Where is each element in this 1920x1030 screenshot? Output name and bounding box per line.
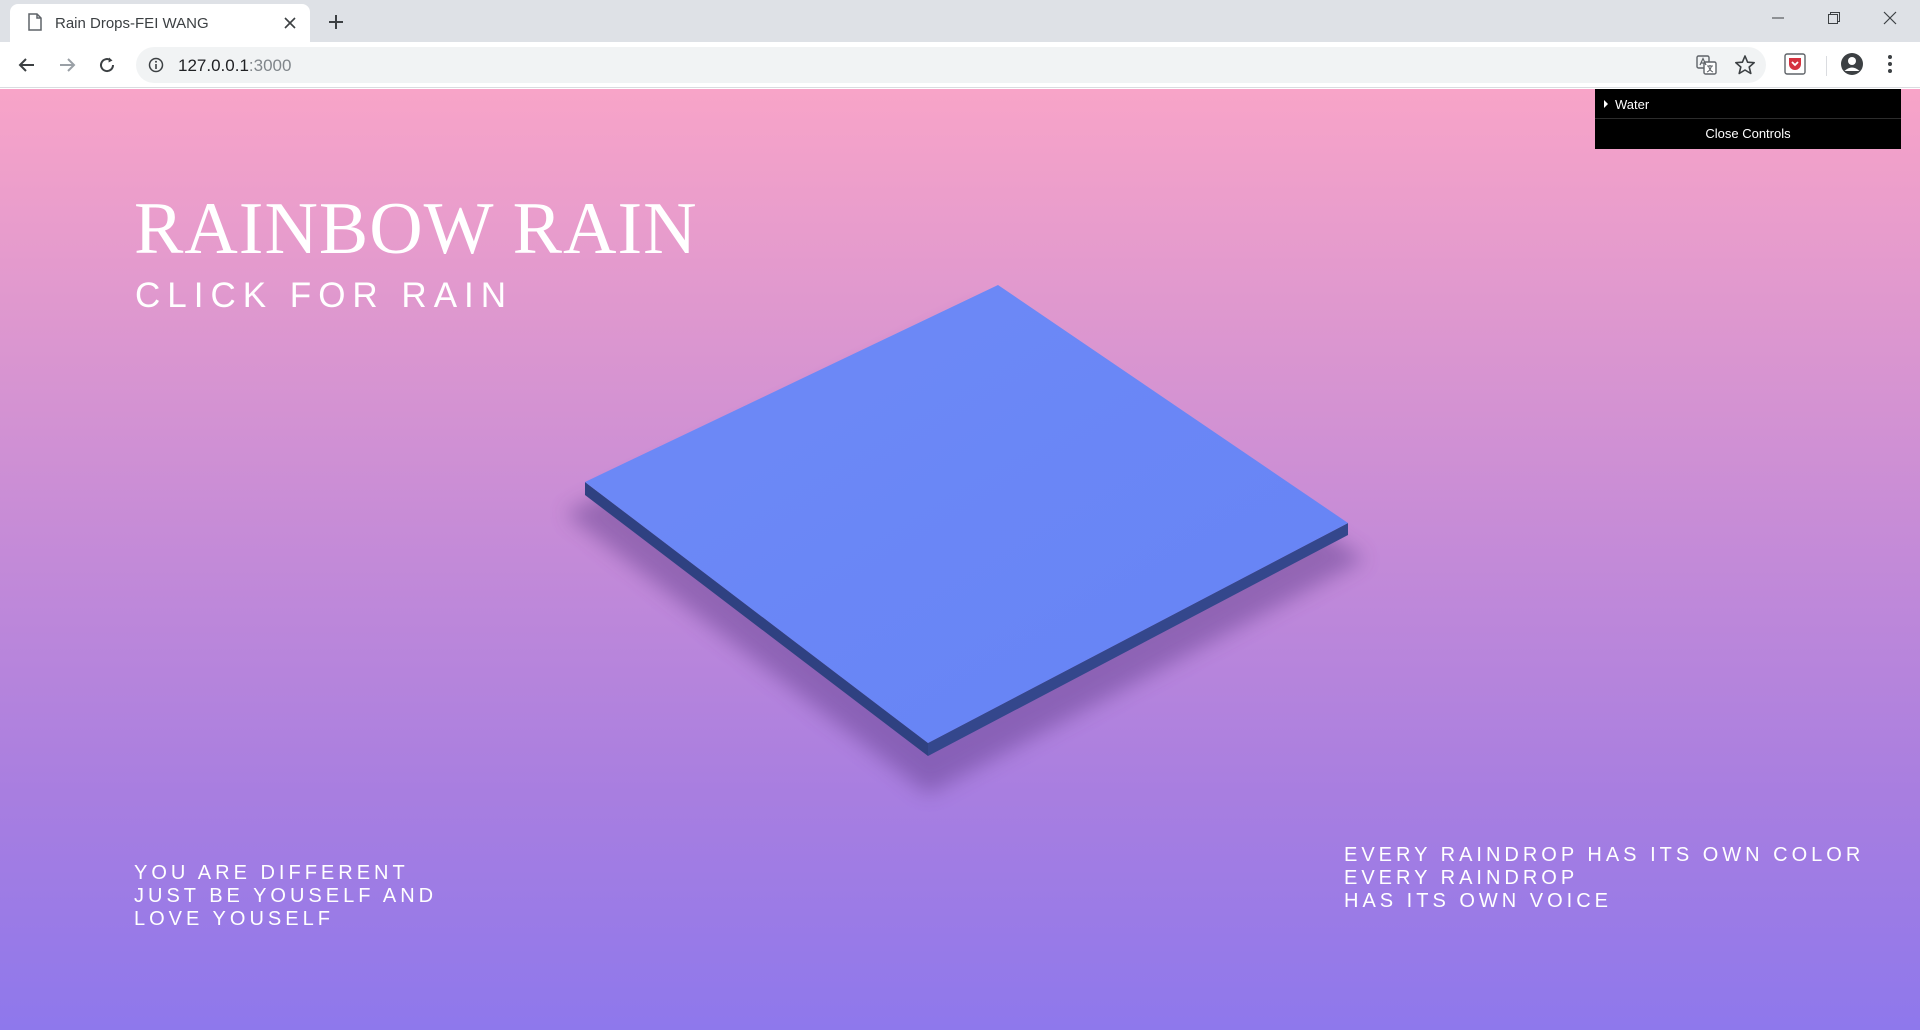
controls-panel: Water Close Controls	[1595, 89, 1901, 149]
water-folder-label: Water	[1615, 97, 1650, 112]
caret-right-icon	[1604, 100, 1608, 108]
new-tab-button[interactable]	[322, 10, 350, 34]
info-icon[interactable]	[148, 57, 164, 73]
url-port: :3000	[248, 56, 292, 75]
quote-left: YOU ARE DIFFERENT JUST BE YOUSELF AND LO…	[134, 862, 437, 931]
quote-left-line: JUST BE YOUSELF AND	[134, 885, 438, 907]
quote-left-line: YOU ARE DIFFERENT	[134, 862, 409, 884]
back-button[interactable]	[12, 50, 42, 80]
address-bar[interactable]: 127.0.0.1:3000	[136, 47, 1766, 83]
water-folder[interactable]: Water	[1595, 89, 1901, 119]
star-icon[interactable]	[1734, 54, 1756, 76]
page-title: RAINBOW RAIN	[134, 188, 698, 270]
restore-icon	[1828, 12, 1840, 24]
browser-toolbar: 127.0.0.1:3000	[0, 42, 1920, 88]
window-close-button[interactable]	[1862, 0, 1918, 36]
quote-left-line: LOVE YOUSELF	[134, 908, 334, 930]
toolbar-divider	[1826, 56, 1827, 76]
page-viewport[interactable]: RAINBOW RAIN CLICK FOR RAIN YOU ARE DIFF…	[0, 89, 1920, 1030]
minimize-button[interactable]	[1750, 0, 1806, 36]
plus-icon	[329, 15, 343, 29]
quote-right-line: EVERY RAINDROP	[1344, 867, 1579, 889]
url-host: 127.0.0.1	[178, 56, 249, 75]
browser-tab-bar: Rain Drops-FEI WANG	[0, 0, 1920, 42]
restore-button[interactable]	[1806, 0, 1862, 36]
more-menu-icon[interactable]	[1882, 52, 1898, 76]
close-window-icon	[1883, 11, 1897, 25]
reload-button[interactable]	[92, 50, 122, 80]
translate-icon[interactable]	[1696, 55, 1718, 75]
url-text[interactable]: 127.0.0.1:3000	[178, 56, 291, 76]
reload-icon	[100, 57, 115, 73]
close-icon[interactable]	[280, 13, 300, 33]
page-icon	[28, 13, 42, 31]
pocket-extension-icon[interactable]	[1784, 53, 1806, 75]
water-tile[interactable]	[585, 285, 1348, 743]
arrow-left-icon	[18, 58, 34, 72]
quote-right-line: HAS ITS OWN VOICE	[1344, 890, 1613, 912]
tab-title: Rain Drops-FEI WANG	[55, 15, 209, 32]
page-subtitle: CLICK FOR RAIN	[135, 276, 514, 315]
quote-right-line: EVERY RAINDROP HAS ITS OWN COLOR	[1344, 844, 1865, 866]
forward-button[interactable]	[52, 50, 82, 80]
arrow-right-icon	[60, 58, 76, 72]
minimize-icon	[1772, 17, 1784, 19]
profile-avatar-icon[interactable]	[1840, 52, 1864, 76]
quote-right: EVERY RAINDROP HAS ITS OWN COLOR EVERY R…	[1344, 844, 1864, 913]
browser-tab[interactable]: Rain Drops-FEI WANG	[10, 4, 310, 42]
close-controls-button[interactable]: Close Controls	[1595, 120, 1901, 149]
